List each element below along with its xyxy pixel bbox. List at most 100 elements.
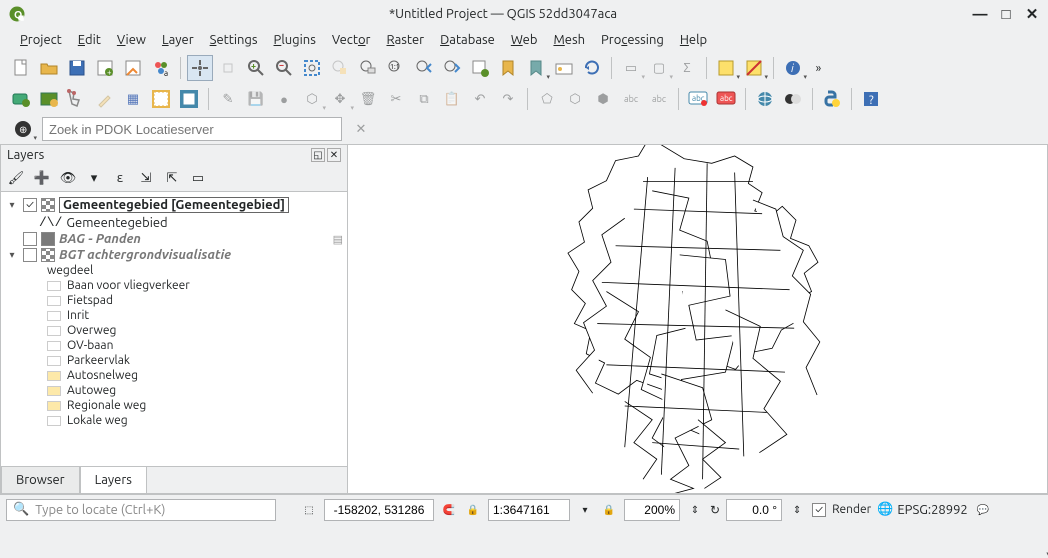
coordinate-input[interactable] bbox=[324, 499, 434, 521]
label-tool-red[interactable]: abc bbox=[713, 86, 739, 112]
add-group-button[interactable]: ➕ bbox=[31, 167, 53, 189]
refresh-button[interactable] bbox=[579, 55, 605, 81]
bgt-sublayer[interactable]: Regionale weg bbox=[47, 398, 345, 413]
menu-database[interactable]: Database bbox=[432, 31, 503, 49]
new-project-button[interactable] bbox=[8, 55, 34, 81]
bgt-sublayer[interactable]: Autosnelweg bbox=[47, 368, 345, 383]
zoom-to-layer-button[interactable] bbox=[355, 55, 381, 81]
bookmarks-button[interactable] bbox=[523, 55, 549, 81]
bgt-sublayer[interactable]: Inrit bbox=[47, 308, 345, 323]
tab-layers[interactable]: Layers bbox=[80, 466, 147, 493]
rot-spinner[interactable]: ⇕ bbox=[788, 501, 806, 519]
locator-input[interactable]: 🔍 Type to locate (Ctrl+K) bbox=[6, 499, 276, 521]
digitize-button[interactable]: ⬡ bbox=[299, 86, 325, 112]
style-manager-button[interactable]: a bbox=[148, 55, 174, 81]
layer-checkbox[interactable] bbox=[23, 248, 37, 262]
toolbar-overflow-button[interactable]: » bbox=[808, 55, 828, 81]
layer-label[interactable]: BGT achtergrondvisualisatie bbox=[59, 248, 231, 262]
menu-settings[interactable]: Settings bbox=[202, 31, 266, 49]
map-canvas[interactable] bbox=[348, 144, 1048, 494]
new-print-layout-button[interactable]: + bbox=[92, 55, 118, 81]
expander-icon[interactable]: ▾ bbox=[5, 249, 19, 261]
stats-button[interactable]: Σ bbox=[674, 55, 700, 81]
save-project-button[interactable] bbox=[64, 55, 90, 81]
bgt-sublayer[interactable]: Overweg bbox=[47, 323, 345, 338]
layer-checkbox[interactable] bbox=[23, 198, 37, 212]
select-by-area-button[interactable] bbox=[713, 55, 739, 81]
zoom-full-button[interactable] bbox=[299, 55, 325, 81]
scale-lock-icon[interactable]: 🔒 bbox=[464, 501, 482, 519]
layout-manager-button[interactable] bbox=[120, 55, 146, 81]
menu-plugins[interactable]: Plugins bbox=[266, 31, 324, 49]
delete-selected-button[interactable]: 🗑 bbox=[355, 86, 381, 112]
pdok-plugin-button[interactable]: ⊕ bbox=[10, 116, 36, 142]
menu-view[interactable]: View bbox=[109, 31, 154, 49]
toggle-editing-button[interactable]: ✎ bbox=[215, 86, 241, 112]
menu-layer[interactable]: Layer bbox=[154, 31, 202, 49]
calc-button[interactable]: ▢ bbox=[646, 55, 672, 81]
identify-button[interactable]: i bbox=[780, 55, 806, 81]
metasearch-button[interactable] bbox=[752, 86, 778, 112]
crs-button[interactable]: 🌐 EPSG:28992 bbox=[877, 502, 968, 517]
pan-button[interactable] bbox=[187, 55, 213, 81]
open-project-button[interactable] bbox=[36, 55, 62, 81]
menu-raster[interactable]: Raster bbox=[378, 31, 432, 49]
rotation-input[interactable] bbox=[726, 499, 782, 521]
expander-icon[interactable]: ▾ bbox=[5, 199, 19, 211]
bgt-sublayer[interactable]: Autoweg bbox=[47, 383, 345, 398]
layer-label[interactable]: BAG - Panden bbox=[59, 232, 141, 246]
zoom-in-button[interactable]: + bbox=[243, 55, 269, 81]
digitize-abc2[interactable]: abc bbox=[646, 86, 672, 112]
scale-dropdown[interactable]: ▾ bbox=[576, 501, 594, 519]
maximize-button[interactable]: □ bbox=[998, 5, 1014, 23]
menu-mesh[interactable]: Mesh bbox=[545, 31, 593, 49]
move-feature-button[interactable]: ✥ bbox=[327, 86, 353, 112]
layer-checkbox[interactable] bbox=[23, 232, 37, 246]
add-vector-layer-button[interactable] bbox=[8, 86, 34, 112]
digitize-abc1[interactable]: abc bbox=[618, 86, 644, 112]
filter-legend-button[interactable]: ▾ bbox=[83, 167, 105, 189]
menu-processing[interactable]: Processing bbox=[593, 31, 672, 49]
menu-help[interactable]: Help bbox=[672, 31, 715, 49]
visibility-button[interactable]: 👁 bbox=[57, 167, 79, 189]
python-console-button[interactable] bbox=[819, 86, 845, 112]
add-raster-layer-button[interactable] bbox=[36, 86, 62, 112]
layer-gemeentegebied-symbol[interactable]: /\/ Gemeentegebied bbox=[3, 214, 345, 231]
menu-web[interactable]: Web bbox=[503, 31, 546, 49]
digitize-advanced-1[interactable]: ⬠ bbox=[534, 86, 560, 112]
mag-spinner[interactable]: ⇕ bbox=[686, 501, 704, 519]
render-checkbox[interactable] bbox=[812, 503, 826, 517]
deselect-button[interactable] bbox=[741, 55, 767, 81]
cut-button[interactable]: ✂ bbox=[383, 86, 409, 112]
copy-button[interactable]: ⧉ bbox=[411, 86, 437, 112]
bgt-sublayer[interactable]: Lokale weg bbox=[47, 413, 345, 428]
minimize-button[interactable]: — bbox=[972, 5, 988, 23]
zoom-native-button[interactable]: 1:1 bbox=[383, 55, 409, 81]
bgt-sublayer[interactable]: Parkeervlak bbox=[47, 353, 345, 368]
menu-vector[interactable]: Vector bbox=[324, 31, 379, 49]
layer-tree[interactable]: ▾ Gemeentegebied [Gemeentegebied] /\/ Ge… bbox=[1, 191, 347, 466]
grid-edit-button[interactable] bbox=[148, 86, 174, 112]
pdok-search-input[interactable] bbox=[42, 117, 342, 141]
redo-button[interactable]: ↷ bbox=[495, 86, 521, 112]
menu-edit[interactable]: Edit bbox=[70, 31, 109, 49]
layer-bgt[interactable]: ▾ BGT achtergrondvisualisatie bbox=[3, 247, 345, 263]
help-button[interactable]: ? bbox=[858, 86, 884, 112]
panel-undock-button[interactable]: ◱ bbox=[311, 148, 325, 162]
tab-browser[interactable]: Browser bbox=[1, 466, 80, 493]
zoom-next-button[interactable] bbox=[439, 55, 465, 81]
digitize-advanced-3[interactable]: ⬢ bbox=[590, 86, 616, 112]
label-tool-blue[interactable]: abc bbox=[685, 86, 711, 112]
bgt-sublayer[interactable]: Fietspad bbox=[47, 293, 345, 308]
pdok-clear-button[interactable]: ✕ bbox=[348, 116, 374, 142]
coords-icon[interactable]: ⬚ bbox=[300, 501, 318, 519]
scale-input[interactable] bbox=[488, 499, 570, 521]
paste-button[interactable]: 📋 bbox=[439, 86, 465, 112]
close-button[interactable]: ✕ bbox=[1024, 5, 1040, 23]
expression-filter-button[interactable]: ε bbox=[109, 167, 131, 189]
undo-button[interactable]: ↶ bbox=[467, 86, 493, 112]
new-bookmark-button[interactable] bbox=[495, 55, 521, 81]
bgt-sublayer[interactable]: Baan voor vliegverkeer bbox=[47, 278, 345, 293]
remove-layer-button[interactable]: ▭ bbox=[187, 167, 209, 189]
new-shapefile-button[interactable] bbox=[64, 86, 90, 112]
